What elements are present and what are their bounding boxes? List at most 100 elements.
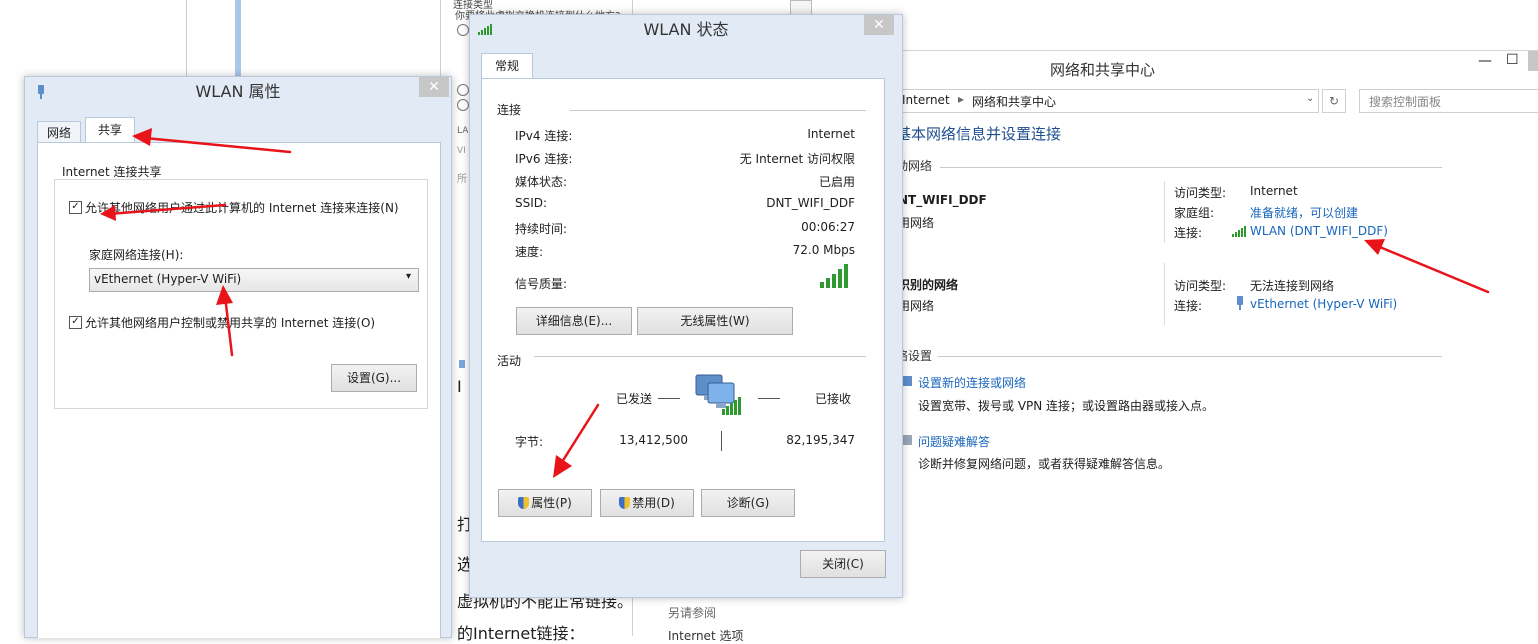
allow-share-checkbox[interactable]: ✓: [69, 201, 82, 214]
network-sharing-center-window: 网络和共享中心 — ☐ Internet ▸ 网络和共享中心 ⌄ ↻ 搜索控制面…: [880, 50, 1538, 637]
sent-label: 已发送: [616, 392, 653, 406]
vertical-divider: [1164, 263, 1165, 325]
tab-general[interactable]: 常规: [481, 53, 533, 79]
bg-radio[interactable]: [457, 99, 469, 111]
network2-name: 识别的网络: [898, 278, 959, 292]
setup-connection-link[interactable]: 设置新的连接或网络: [918, 374, 1026, 391]
ipv6-label: IPv6 连接:: [515, 152, 573, 166]
homegroup-label: 家庭组:: [1174, 206, 1215, 220]
minimize-button[interactable]: —: [1478, 53, 1492, 69]
bg-radio[interactable]: [457, 24, 469, 36]
tab-network[interactable]: 网络: [37, 121, 81, 143]
setup-connection-icon: [902, 376, 912, 386]
bytes-received-value: 82,195,347: [786, 433, 855, 447]
bg-bottom-text-2: 的Internet链接：: [457, 624, 585, 643]
wlan-connection-link[interactable]: WLAN (DNT_WIFI_DDF): [1250, 224, 1388, 238]
vertical-divider: [1164, 181, 1165, 243]
vethernet-connection-link[interactable]: vEthernet (Hyper-V WiFi): [1250, 297, 1397, 311]
bytes-sent-value: 13,412,500: [619, 433, 688, 447]
access-type-value: Internet: [1250, 184, 1298, 198]
network-adapter-icon: [1237, 296, 1243, 310]
bytes-label: 字节:: [515, 435, 544, 449]
troubleshoot-icon: [902, 435, 912, 445]
home-connection-value: vEthernet (Hyper-V WiFi): [94, 272, 242, 286]
home-connection-label: 家庭网络连接(H):: [89, 248, 184, 262]
sharing-group-box: ✓ 允许其他网络用户通过此计算机的 Internet 连接来连接(N) 家庭网络…: [54, 179, 428, 409]
section-divider: [938, 356, 1442, 357]
wifi-signal-icon: [820, 264, 848, 288]
media-state-value: 已启用: [818, 175, 855, 189]
breadcrumb-current[interactable]: 网络和共享中心: [972, 93, 1056, 110]
disable-button[interactable]: 禁用(D): [600, 489, 694, 517]
ipv4-value: Internet: [807, 127, 855, 141]
bg-marker: [459, 360, 465, 368]
sharing-panel: Internet 连接共享 ✓ 允许其他网络用户通过此计算机的 Internet…: [37, 142, 441, 638]
dialog-title: WLAN 状态: [643, 20, 729, 39]
see-also-label: 另请参阅: [668, 606, 717, 620]
media-state-label: 媒体状态:: [515, 175, 568, 189]
access-type-label: 访问类型:: [1174, 186, 1227, 200]
status-panel: 连接 IPv4 连接: Internet IPv6 连接: 无 Internet…: [481, 78, 885, 542]
page-heading: 基本网络信息并设置连接: [896, 125, 1062, 143]
signal-quality-label: 信号质量:: [515, 277, 568, 291]
uac-shield-icon: [619, 497, 631, 509]
allow-control-checkbox[interactable]: ✓: [69, 316, 82, 329]
duration-label: 持续时间:: [515, 222, 568, 236]
bg-frag-la: LA: [457, 126, 469, 136]
ssid-label: SSID:: [515, 196, 548, 210]
background-window: [186, 0, 437, 80]
properties-button[interactable]: 属性(P): [498, 489, 592, 517]
breadcrumb-internet[interactable]: Internet: [902, 93, 950, 107]
speed-label: 速度:: [515, 245, 544, 259]
wlan-status-dialog: WLAN 状态 ✕ 常规 连接 IPv4 连接: Internet IPv6 连…: [469, 14, 903, 598]
breadcrumb-separator-icon: ▸: [958, 92, 965, 106]
search-placeholder: 搜索控制面板: [1369, 95, 1442, 109]
dialog-title: WLAN 属性: [195, 82, 281, 101]
network2-category: 用网络: [898, 299, 935, 313]
connection-label: 连接:: [1174, 226, 1203, 240]
activity-section-label: 活动: [497, 354, 522, 368]
setup-connection-desc: 设置宽带、拨号或 VPN 连接；或设置路由器或接入点。: [918, 399, 1215, 413]
disable-button-label: 禁用(D): [632, 496, 675, 510]
troubleshoot-link[interactable]: 问题疑难解答: [918, 433, 990, 450]
diagnose-button[interactable]: 诊断(G): [701, 489, 795, 517]
properties-button-label: 属性(P): [531, 496, 572, 510]
network1-name: NT_WIFI_DDF: [898, 193, 987, 207]
maximize-button[interactable]: ☐: [1506, 52, 1519, 68]
section-divider: [534, 356, 866, 357]
refresh-icon[interactable]: ↻: [1322, 89, 1346, 113]
wlan-properties-dialog: WLAN 属性 ✕ 网络 共享 Internet 连接共享 ✓ 允许其他网络用户…: [24, 76, 452, 638]
details-button[interactable]: 详细信息(E)...: [516, 307, 632, 335]
ipv4-label: IPv4 连接:: [515, 129, 573, 143]
bytes-divider: [721, 431, 722, 451]
network1-category: 用网络: [898, 216, 935, 230]
connection-label: 连接:: [1174, 299, 1203, 313]
ipv6-value: 无 Internet 访问权限: [739, 152, 855, 166]
close-button[interactable]: [1528, 51, 1538, 71]
address-bar[interactable]: Internet ▸ 网络和共享中心 ⌄: [880, 89, 1319, 113]
speed-value: 72.0 Mbps: [792, 243, 855, 257]
access-type-label: 访问类型:: [1174, 279, 1227, 293]
window-title: 网络和共享中心: [1050, 61, 1156, 79]
wireless-properties-button[interactable]: 无线属性(W): [637, 307, 793, 335]
bg-radio[interactable]: [457, 84, 469, 96]
close-icon[interactable]: ✕: [864, 15, 894, 35]
chevron-down-icon[interactable]: ⌄: [1306, 93, 1314, 104]
access-type-value: 无法连接到网络: [1250, 279, 1335, 293]
tab-sharing[interactable]: 共享: [85, 117, 135, 143]
bg-frag-suo: 所: [457, 174, 467, 185]
search-input[interactable]: 搜索控制面板: [1359, 89, 1538, 113]
homegroup-link[interactable]: 准备就绪，可以创建: [1250, 204, 1358, 221]
received-label: 已接收: [815, 392, 852, 406]
allow-share-label[interactable]: 允许其他网络用户通过此计算机的 Internet 连接来连接(N): [85, 199, 399, 216]
settings-button[interactable]: 设置(G)...: [331, 364, 417, 392]
close-icon[interactable]: ✕: [419, 77, 449, 97]
group-title: Internet 连接共享: [62, 165, 162, 179]
scrollbar-fragment: [235, 0, 241, 80]
uac-shield-icon: [518, 497, 530, 509]
allow-control-label[interactable]: 允许其他网络用户控制或禁用共享的 Internet 连接(O): [85, 314, 375, 331]
close-button[interactable]: 关闭(C): [800, 550, 886, 578]
home-connection-select[interactable]: vEthernet (Hyper-V WiFi) ▾: [89, 268, 419, 292]
ssid-value: DNT_WIFI_DDF: [766, 196, 855, 210]
received-line: [758, 398, 780, 399]
